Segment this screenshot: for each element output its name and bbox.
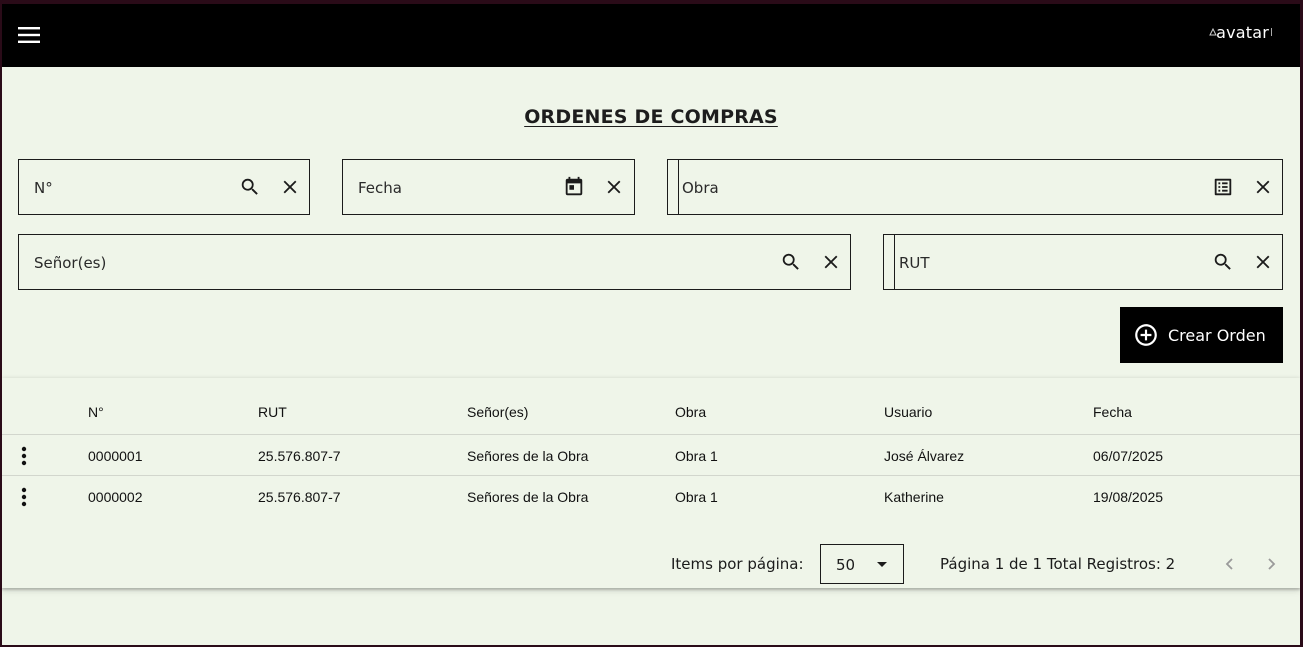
search-icon [241,178,258,195]
close-icon [1256,180,1270,194]
avatar-alt-text: avatar [1216,22,1269,42]
numero-clear-button[interactable] [277,174,303,200]
cell-fecha: 19/08/2025 [1093,489,1164,505]
items-per-page-label: Items por página: [671,555,804,573]
fecha-clear-button[interactable] [601,174,627,200]
page-size-select[interactable]: 50 [820,544,904,584]
dropdown-arrow-icon [877,562,887,567]
paginator: Items por página: 50 Página 1 de 1 Total… [2,544,1300,584]
row-actions-button[interactable] [14,444,34,468]
cell-senores: Señores de la Obra [467,448,589,464]
row-actions-button[interactable] [14,485,34,509]
hamburger-menu-icon [18,27,40,43]
close-icon [1256,255,1270,269]
table-row[interactable]: 0000001 25.576.807-7 Señores de la Obra … [2,435,1300,476]
obra-field[interactable] [667,159,1283,215]
senores-input[interactable] [34,249,533,277]
senores-field[interactable] [18,234,851,290]
search-icon [782,253,799,270]
user-avatar[interactable]: avatar [1209,22,1274,42]
page-title: ORDENES DE COMPRAS [524,106,778,128]
cell-senores: Señores de la Obra [467,489,589,505]
obra-clear-button[interactable] [1250,174,1276,200]
column-header-numero[interactable]: N° [88,404,104,420]
table-row[interactable]: 0000002 25.576.807-7 Señores de la Obra … [2,476,1300,517]
close-icon [824,255,838,269]
more-vert-icon [21,487,27,507]
cell-obra: Obra 1 [675,489,718,505]
fecha-input[interactable] [358,174,533,202]
search-icon [1214,253,1231,270]
cell-numero: 0000001 [88,448,143,464]
fecha-field[interactable] [342,159,635,215]
numero-input[interactable] [34,174,208,202]
obra-list-button[interactable] [1210,174,1236,200]
rut-clear-button[interactable] [1250,249,1276,275]
column-header-rut[interactable]: RUT [258,404,287,420]
more-vert-icon [21,446,27,466]
menu-button[interactable] [10,16,48,54]
column-header-obra[interactable]: Obra [675,404,706,420]
senores-search-button[interactable] [778,249,804,275]
cell-usuario: Katherine [884,489,944,505]
senores-clear-button[interactable] [818,249,844,275]
close-icon [283,180,297,194]
cell-obra: Obra 1 [675,448,718,464]
crear-orden-label: Crear Orden [1168,325,1266,345]
column-header-usuario[interactable]: Usuario [884,404,932,420]
fecha-calendar-button[interactable] [561,174,587,200]
chevron-right-icon [1268,558,1276,570]
field-divider [894,235,895,289]
column-header-fecha[interactable]: Fecha [1093,404,1132,420]
rut-input[interactable] [899,249,1138,277]
page-size-value: 50 [836,556,856,574]
add-circle-icon [1135,324,1157,346]
calendar-icon [565,176,583,196]
cell-rut: 25.576.807-7 [258,489,341,505]
cell-usuario: José Álvarez [884,448,965,464]
app-frame: avatar ORDENES DE COMPRAS N° Fecha Obra … [2,4,1300,645]
top-toolbar: avatar [2,4,1300,67]
previous-page-button[interactable] [1218,552,1242,576]
field-divider [678,160,679,214]
chevron-left-icon [1225,558,1233,570]
obra-input[interactable] [682,174,1051,202]
rut-field[interactable] [883,234,1283,290]
page-range-label: Página 1 de 1 Total Registros: 2 [940,555,1176,573]
ordenes-table: N° RUT Señor(es) Obra Usuario Fecha 0000… [2,378,1300,588]
column-header-senores[interactable]: Señor(es) [467,404,528,420]
close-icon [607,180,621,194]
list-icon [1214,178,1232,196]
cell-rut: 25.576.807-7 [258,448,341,464]
cell-fecha: 06/07/2025 [1093,448,1164,464]
next-page-button[interactable] [1259,552,1283,576]
crear-orden-button[interactable]: Crear Orden [1120,307,1283,363]
cell-numero: 0000002 [88,489,143,505]
table-header-row: N° RUT Señor(es) Obra Usuario Fecha [2,378,1300,435]
numero-search-button[interactable] [237,174,263,200]
numero-field[interactable] [18,159,310,215]
rut-search-button[interactable] [1210,249,1236,275]
